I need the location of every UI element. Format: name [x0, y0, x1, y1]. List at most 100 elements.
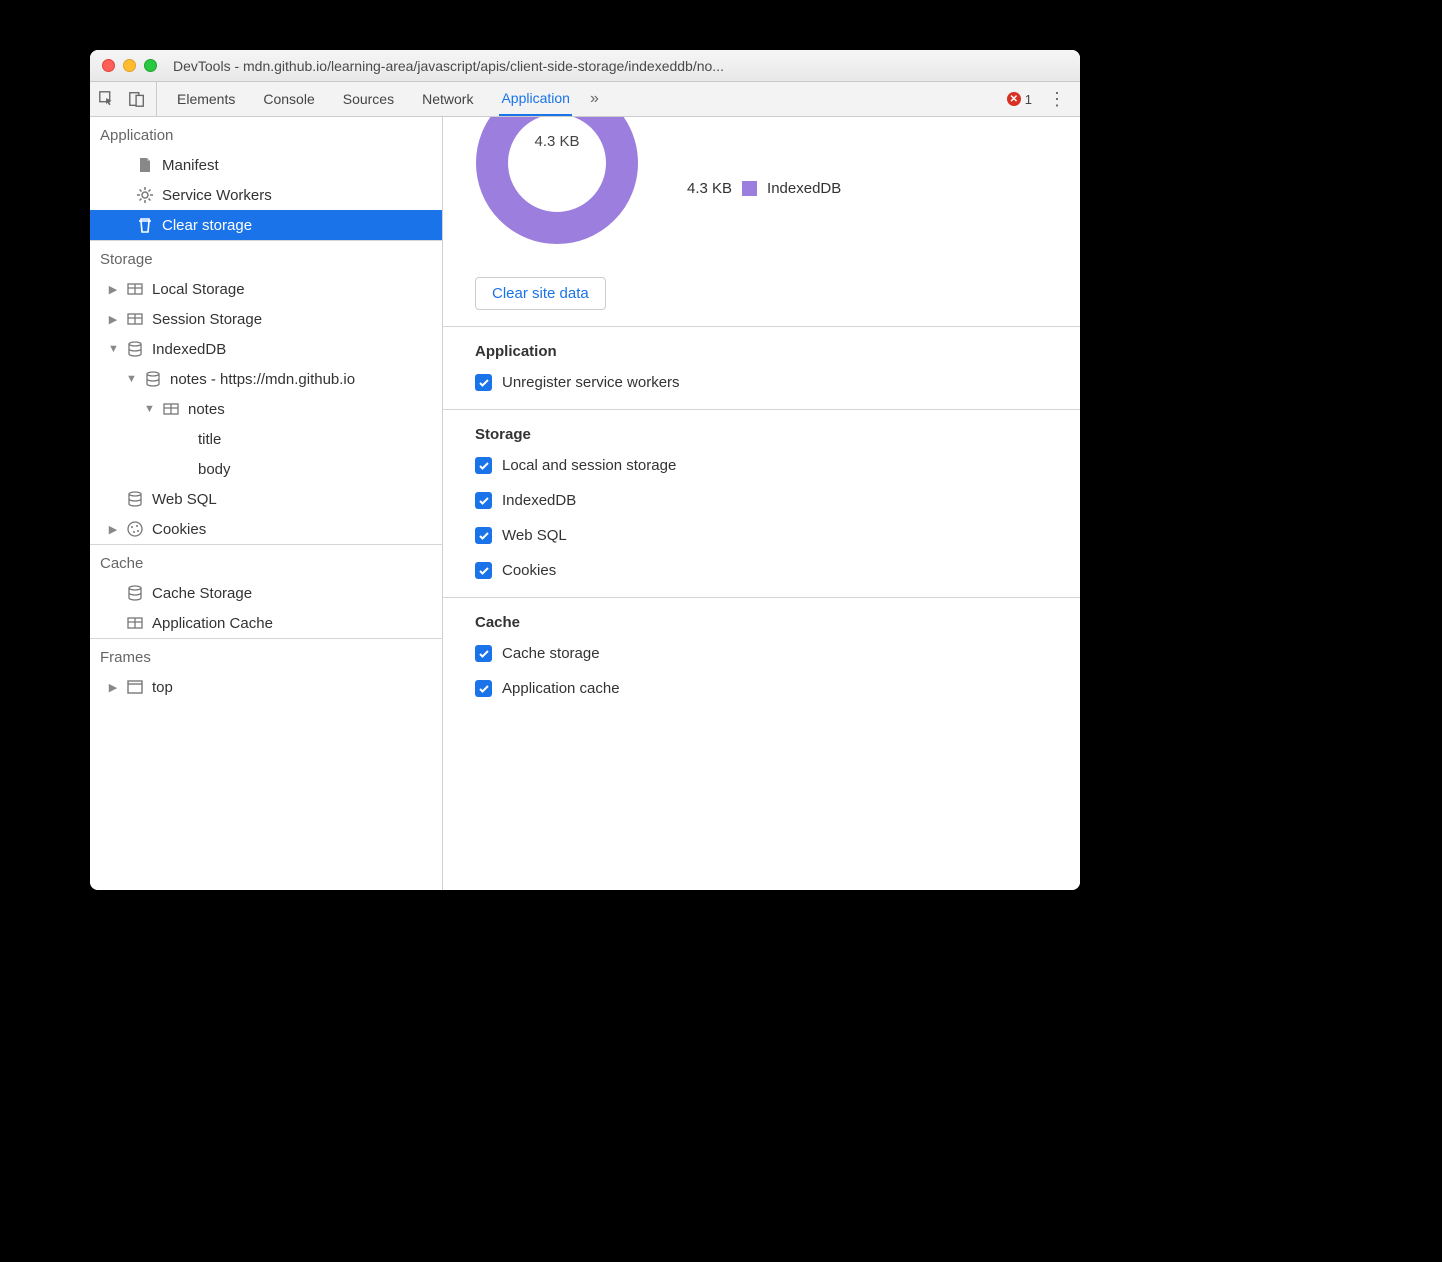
table-icon — [126, 310, 144, 328]
window-title: DevTools - mdn.github.io/learning-area/j… — [173, 58, 724, 74]
devtools-window: DevTools - mdn.github.io/learning-area/j… — [90, 50, 1080, 890]
table-icon — [162, 400, 180, 418]
chevron-down-icon: ▼ — [126, 373, 136, 385]
tab-console[interactable]: Console — [261, 82, 316, 116]
tab-network[interactable]: Network — [420, 82, 475, 116]
checkbox-local-session-storage[interactable]: Local and session storage — [475, 457, 1056, 474]
sidebar-item-local-storage[interactable]: ▶ Local Storage — [90, 274, 442, 304]
titlebar: DevTools - mdn.github.io/learning-area/j… — [90, 50, 1080, 82]
checkbox-icon — [475, 527, 492, 544]
more-tabs-icon[interactable]: » — [590, 90, 599, 108]
database-icon — [126, 490, 144, 508]
sidebar-section-application: Application — [90, 117, 442, 150]
sidebar-item-label: Application Cache — [152, 615, 273, 632]
group-cache: Cache Cache storage Application cache — [443, 597, 1080, 715]
devtools-tabs: Elements Console Sources Network Applica… — [175, 82, 572, 116]
settings-kebab-icon[interactable]: ⋮ — [1042, 89, 1072, 110]
checkbox-icon — [475, 492, 492, 509]
trash-icon — [136, 216, 154, 234]
cookie-icon — [126, 520, 144, 538]
sidebar-item-label: IndexedDB — [152, 341, 226, 358]
checkbox-cookies[interactable]: Cookies — [475, 562, 1056, 579]
sidebar-item-label: body — [198, 461, 231, 478]
sidebar-item-label: top — [152, 679, 173, 696]
sidebar-item-indexeddb-database[interactable]: ▼ notes - https://mdn.github.io — [90, 364, 442, 394]
tab-sources[interactable]: Sources — [341, 82, 396, 116]
inspect-element-icon[interactable] — [98, 90, 116, 108]
database-icon — [126, 584, 144, 602]
checkbox-label: Local and session storage — [502, 457, 676, 474]
sidebar-item-label: Manifest — [162, 157, 219, 174]
main-panel: 4.3 KB 4.3 KB IndexedDB Clear site data … — [443, 117, 1080, 890]
error-icon: ✕ — [1007, 92, 1021, 106]
sidebar-item-label: notes — [188, 401, 225, 418]
chevron-down-icon: ▼ — [108, 343, 118, 355]
legend-value: 4.3 KB — [687, 180, 732, 197]
checkbox-icon — [475, 457, 492, 474]
sidebar-item-index-body[interactable]: body — [90, 454, 442, 484]
sidebar-item-label: Service Workers — [162, 187, 272, 204]
sidebar-item-indexeddb-store[interactable]: ▼ notes — [90, 394, 442, 424]
chevron-down-icon: ▼ — [144, 403, 154, 415]
checkbox-icon — [475, 374, 492, 391]
sidebar-item-clear-storage[interactable]: Clear storage — [90, 210, 442, 240]
group-application: Application Unregister service workers — [443, 326, 1080, 409]
sidebar-item-manifest[interactable]: Manifest — [90, 150, 442, 180]
sidebar-item-label: Cache Storage — [152, 585, 252, 602]
document-icon — [136, 156, 154, 174]
sidebar-item-label: Session Storage — [152, 311, 262, 328]
sidebar-item-index-title[interactable]: title — [90, 424, 442, 454]
sidebar-item-frame-top[interactable]: ▶ top — [90, 672, 442, 702]
gear-icon — [136, 186, 154, 204]
tab-elements[interactable]: Elements — [175, 82, 237, 116]
sidebar-item-label: notes - https://mdn.github.io — [170, 371, 355, 388]
group-header: Application — [475, 343, 1056, 360]
group-storage: Storage Local and session storage Indexe… — [443, 409, 1080, 597]
tab-application[interactable]: Application — [499, 82, 572, 116]
group-header: Cache — [475, 614, 1056, 631]
chevron-right-icon: ▶ — [108, 681, 118, 694]
sidebar-item-label: Cookies — [152, 521, 206, 538]
sidebar-section-frames: Frames — [90, 639, 442, 672]
database-icon — [144, 370, 162, 388]
clear-button-row: Clear site data — [443, 271, 1080, 326]
sidebar-section-cache: Cache — [90, 545, 442, 578]
sidebar-item-websql[interactable]: Web SQL — [90, 484, 442, 514]
sidebar-item-cache-storage[interactable]: Cache Storage — [90, 578, 442, 608]
device-toolbar-icon[interactable] — [128, 90, 146, 108]
checkbox-label: Cookies — [502, 562, 556, 579]
legend-label: IndexedDB — [767, 180, 841, 197]
chevron-right-icon: ▶ — [108, 283, 118, 296]
checkbox-websql[interactable]: Web SQL — [475, 527, 1056, 544]
usage-total: 4.3 KB — [467, 133, 647, 150]
checkbox-label: Unregister service workers — [502, 374, 680, 391]
database-icon — [126, 340, 144, 358]
sidebar-item-label: Clear storage — [162, 217, 252, 234]
close-window-icon[interactable] — [102, 59, 115, 72]
usage-legend: 4.3 KB IndexedDB — [687, 180, 841, 197]
checkbox-application-cache[interactable]: Application cache — [475, 680, 1056, 697]
checkbox-indexeddb[interactable]: IndexedDB — [475, 492, 1056, 509]
sidebar-item-cookies[interactable]: ▶ Cookies — [90, 514, 442, 544]
table-icon — [126, 614, 144, 632]
sidebar-item-indexeddb[interactable]: ▼ IndexedDB — [90, 334, 442, 364]
checkbox-label: Application cache — [502, 680, 620, 697]
sidebar-item-session-storage[interactable]: ▶ Session Storage — [90, 304, 442, 334]
checkbox-icon — [475, 645, 492, 662]
clear-site-data-button[interactable]: Clear site data — [475, 277, 606, 310]
sidebar-item-service-workers[interactable]: Service Workers — [90, 180, 442, 210]
checkbox-unregister-service-workers[interactable]: Unregister service workers — [475, 374, 1056, 391]
checkbox-cache-storage[interactable]: Cache storage — [475, 645, 1056, 662]
sidebar-item-label: Local Storage — [152, 281, 245, 298]
error-badge[interactable]: ✕ 1 — [1007, 92, 1032, 107]
toolbar-right: ✕ 1 ⋮ — [1007, 89, 1072, 110]
toolbar-left-icons — [98, 82, 157, 116]
minimize-window-icon[interactable] — [123, 59, 136, 72]
sidebar: Application Manifest Service Workers Cle… — [90, 117, 443, 890]
checkbox-icon — [475, 562, 492, 579]
traffic-lights — [102, 59, 157, 72]
maximize-window-icon[interactable] — [144, 59, 157, 72]
legend-swatch-icon — [742, 181, 757, 196]
sidebar-item-application-cache[interactable]: Application Cache — [90, 608, 442, 638]
checkbox-label: Web SQL — [502, 527, 567, 544]
